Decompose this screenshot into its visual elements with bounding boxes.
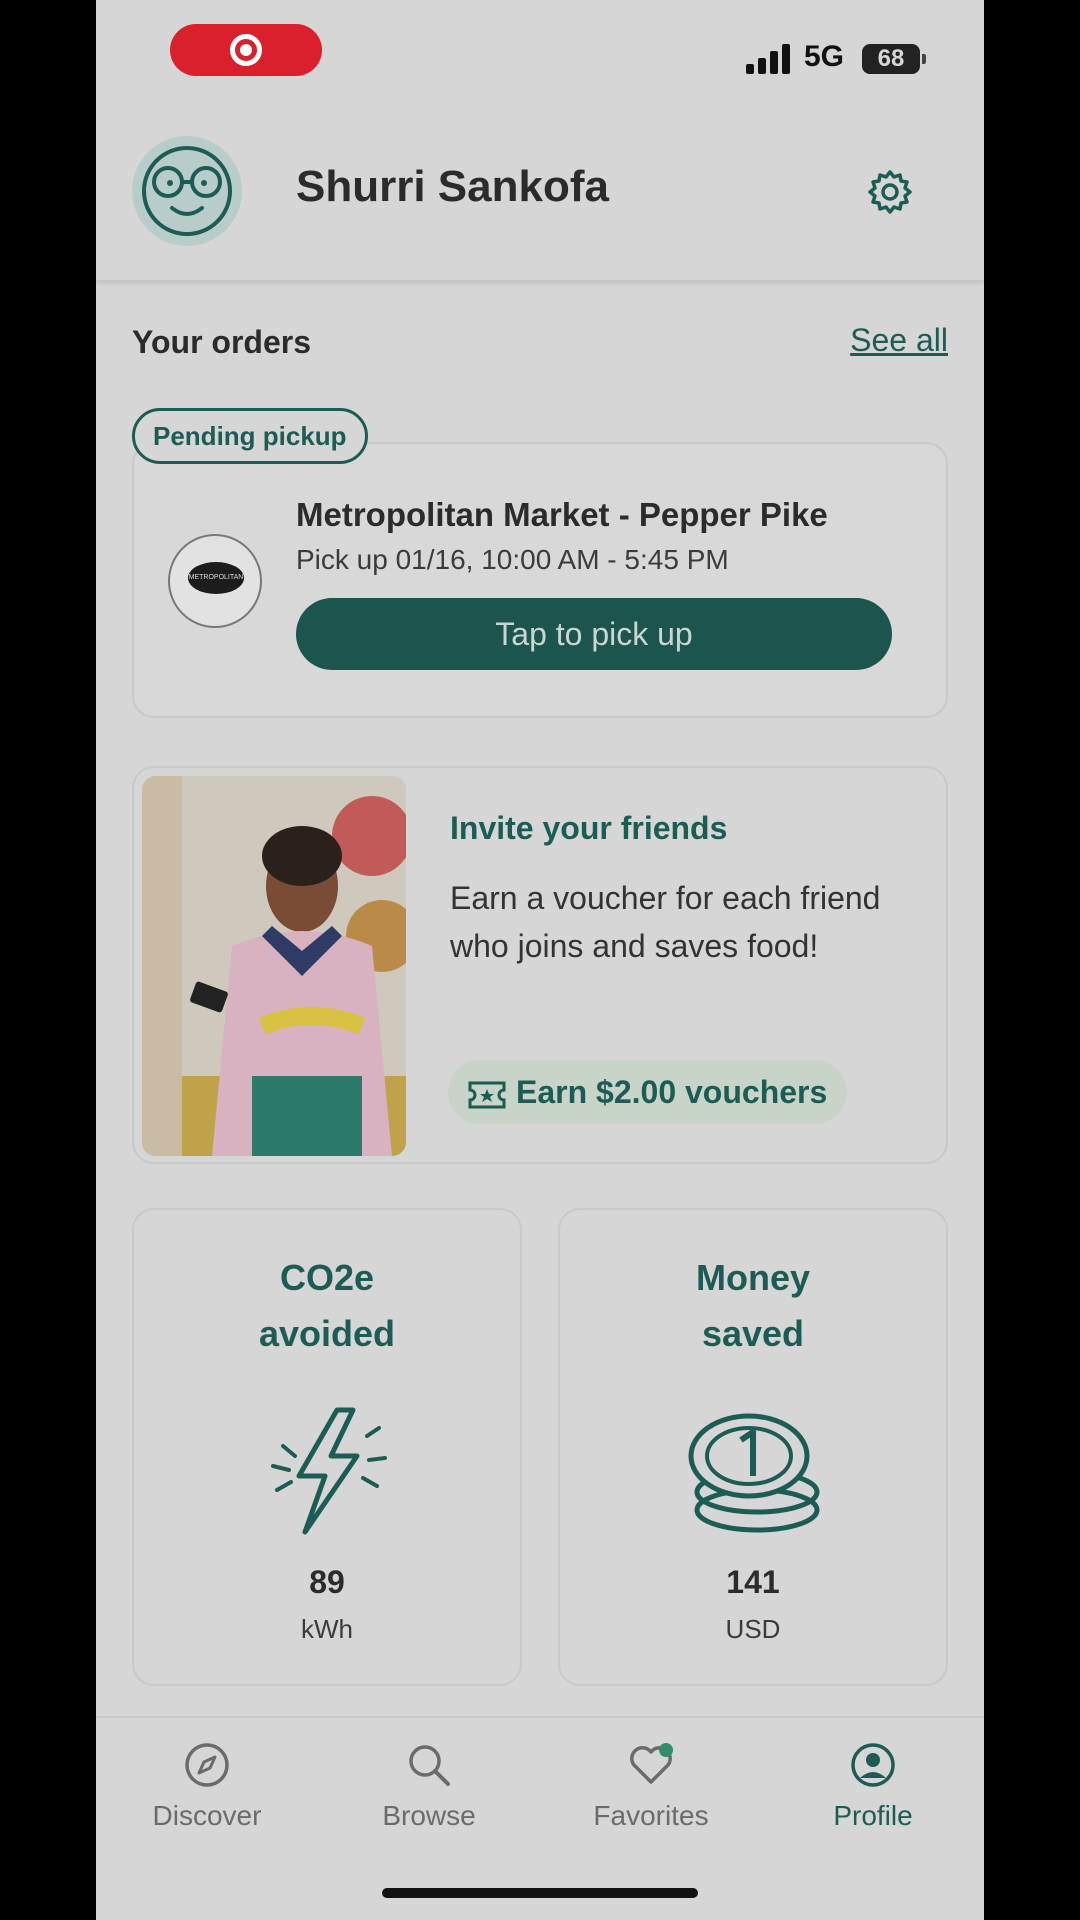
money-saved-card: Money saved 141 USD [558,1208,948,1686]
invite-friends-card[interactable]: Invite your friends Earn a voucher for e… [132,766,948,1164]
money-value: 141 [726,1564,780,1600]
tab-discover[interactable]: Discover [96,1742,318,1832]
profile-header: Shurri Sankofa [96,110,984,282]
order-card[interactable]: METROPOLITAN Metropolitan Market - Peppe… [132,442,948,718]
co2-avoided-card: CO2e avoided 89 kWh [132,1208,522,1686]
co2-value: 89 [309,1564,345,1600]
settings-gear-icon[interactable] [866,168,914,216]
tab-profile-label: Profile [833,1800,913,1831]
screen-recording-indicator[interactable] [170,24,322,76]
status-badge: Pending pickup [132,408,368,464]
signal-icon [746,44,792,74]
money-title: Money saved [695,1257,810,1354]
home-indicator[interactable] [382,1888,698,1898]
network-type: 5G [804,40,845,73]
compass-icon [185,1743,229,1787]
battery-icon: 68 [862,44,926,74]
app-screen: 5G 68 Shurri Sankofa Your orders See all… [96,0,984,1920]
record-icon [230,34,262,66]
money-unit: USD [725,1614,781,1644]
tab-browse[interactable]: Browse [318,1742,540,1832]
co2-unit: kWh [301,1614,353,1644]
ticket-icon [468,1081,506,1109]
user-icon [851,1743,895,1787]
avatar[interactable] [132,136,242,246]
lightning-icon [271,1407,387,1535]
earn-vouchers-pill[interactable]: Earn $2.00 vouchers [448,1060,848,1124]
tab-profile[interactable]: Profile [762,1742,984,1832]
heart-icon [630,1743,673,1784]
invite-description: Earn a voucher for each friend who joins… [450,880,881,964]
notification-dot [659,1743,673,1757]
orders-section-title: Your orders [132,324,311,360]
tab-favorites[interactable]: Favorites [540,1742,762,1832]
tap-to-pick-up-button[interactable]: Tap to pick up [296,598,892,670]
invite-title: Invite your friends [450,810,728,846]
search-icon [409,1745,450,1786]
promo-photo [142,776,406,1156]
coins-icon [688,1413,820,1533]
store-name: Metropolitan Market - Pepper Pike [296,496,828,533]
user-name: Shurri Sankofa [296,162,609,211]
status-bar: 5G 68 [96,0,984,110]
pickup-time: Pick up 01/16, 10:00 AM - 5:45 PM [296,544,729,575]
voucher-label: Earn $2.00 vouchers [516,1074,828,1110]
store-logo: METROPOLITAN [168,534,262,628]
tab-discover-label: Discover [152,1800,262,1831]
tab-favorites-label: Favorites [593,1800,709,1831]
co2-title: CO2e avoided [258,1257,396,1354]
see-all-link[interactable]: See all [850,322,948,359]
avatar-face-icon [142,146,232,236]
tab-browse-label: Browse [382,1800,476,1831]
